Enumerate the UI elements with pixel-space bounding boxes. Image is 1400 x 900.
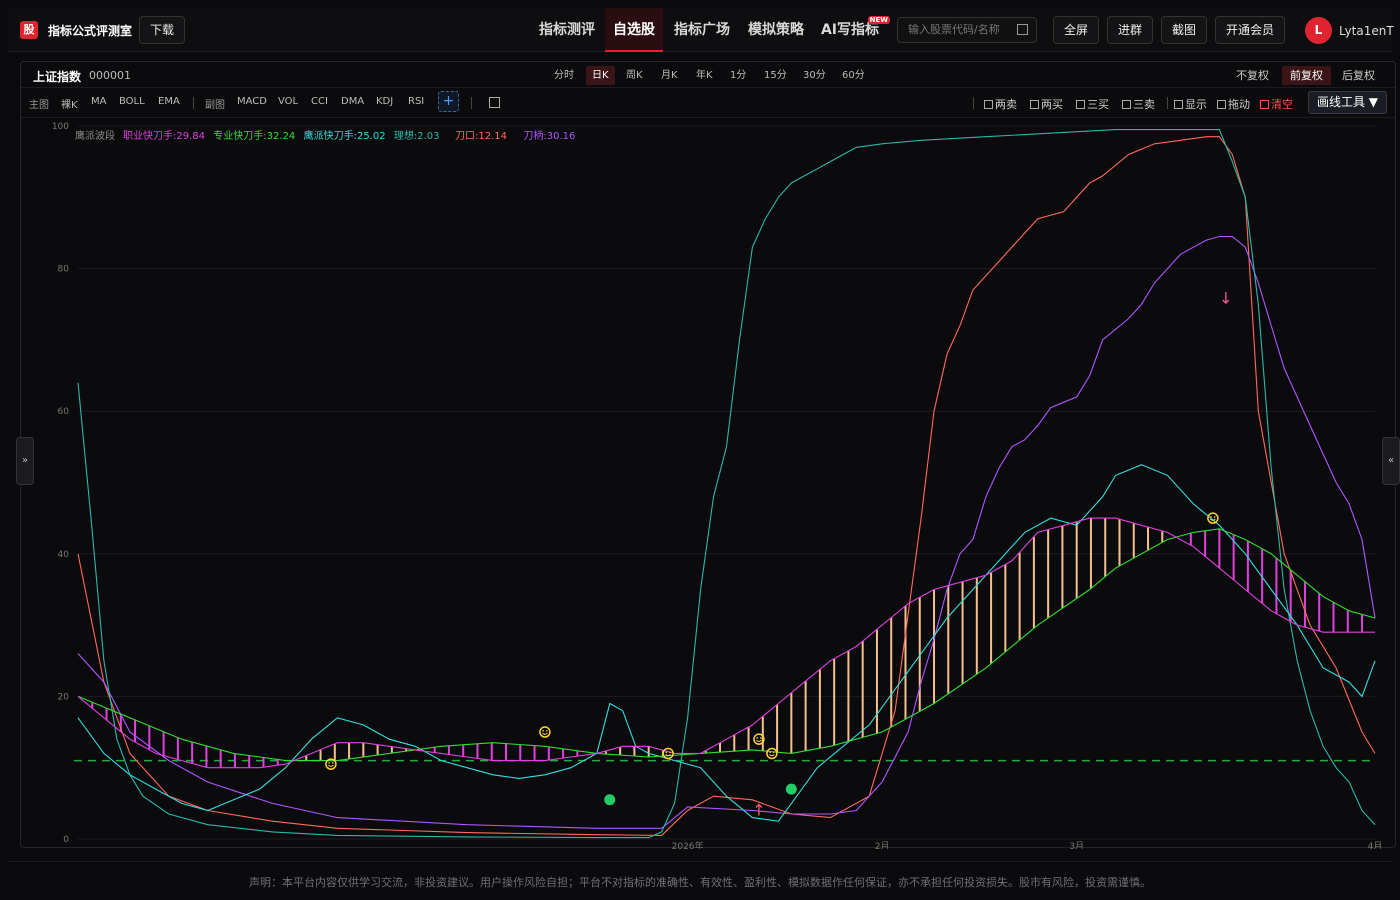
smiley-mouth	[665, 754, 671, 757]
nav-watchlist[interactable]: 自选股	[605, 8, 663, 52]
app-title: 指标公式评测室	[48, 24, 133, 38]
avatar[interactable]: L	[1305, 17, 1332, 44]
screenshot-button[interactable]: 截图	[1161, 16, 1207, 44]
x-tick-label: 2月	[875, 841, 890, 849]
smiley-icon	[539, 726, 551, 738]
disclaimer-text: 声明：本平台内容仅供学习交流，非投资建议。用户操作风险自担；平台不对指标的准确性…	[249, 876, 1151, 889]
expand-right-icon[interactable]: «	[1382, 437, 1400, 485]
search-placeholder: 输入股票代码/名称	[908, 23, 1000, 36]
smiley-eye	[545, 730, 548, 732]
buy-signal-dot	[785, 783, 797, 795]
search-icon[interactable]	[1017, 24, 1028, 35]
join-group-button[interactable]: 进群	[1107, 16, 1153, 44]
arrow-down-icon	[1222, 292, 1230, 305]
smiley-eye	[769, 751, 771, 754]
footer-divider	[8, 861, 1392, 862]
nav-indicator-review[interactable]: 指标测评	[535, 8, 599, 52]
series-line	[77, 464, 1376, 822]
indicator-chart[interactable]: 0 20 40 60 80 100 2026年 2月 3月 4月 鹰派波段 职业快刀手:29.84 专业…	[21, 62, 1397, 849]
logo-icon: 股	[20, 21, 38, 39]
smiley-eye	[542, 730, 544, 732]
smiley-mouth	[769, 754, 775, 757]
smiley-eye	[759, 737, 762, 739]
smiley-mouth	[328, 764, 334, 767]
smiley-eye	[665, 751, 668, 754]
x-tick-label: 4月	[1368, 841, 1383, 849]
smiley-icon	[662, 747, 674, 760]
nav-simulated-strategy[interactable]: 模拟策略	[744, 8, 808, 52]
smiley-icon	[1207, 512, 1219, 524]
legend-item: 鹰派快刀手:25.02	[304, 129, 386, 142]
search-input[interactable]: 输入股票代码/名称	[897, 17, 1037, 43]
buy-signal-dot	[604, 794, 616, 806]
smiley-eye	[669, 751, 671, 754]
new-badge: NEW	[867, 16, 890, 24]
y-tick-label: 80	[58, 265, 70, 275]
smiley-eye	[1210, 516, 1212, 518]
y-tick-label: 20	[58, 692, 70, 702]
x-tick-label: 3月	[1069, 841, 1084, 849]
series-line	[77, 517, 1375, 769]
arrow-up-icon	[755, 803, 763, 816]
top-bar: 股 指标公式评测室 下载 指标测评 自选股 指标广场 模拟策略 AI写指标 NE…	[8, 8, 1394, 52]
smiley-mouth	[542, 732, 548, 735]
legend-item: 刀柄:30.16	[523, 129, 575, 142]
legend-item: 理想:2.03	[394, 129, 440, 142]
legend-item: 专业快刀手:32.24	[213, 129, 295, 142]
download-button[interactable]: 下载	[139, 16, 185, 44]
nav-indicator-square[interactable]: 指标广场	[670, 8, 734, 52]
series-line	[77, 136, 1376, 836]
chart-panel: 上证指数 000001 分时 日K 周K 月K 年K 1分 15分 30分 60…	[20, 61, 1397, 849]
nav-ai-indicator[interactable]: AI写指标 NEW	[818, 8, 890, 52]
smiley-eye	[331, 762, 334, 764]
series-line	[77, 129, 1376, 839]
legend-item: 刀口:12.14	[455, 131, 507, 142]
expand-left-icon[interactable]: »	[16, 437, 34, 485]
smiley-icon	[766, 747, 778, 760]
membership-button[interactable]: 开通会员	[1215, 16, 1285, 44]
series-line	[77, 528, 1376, 762]
legend-item: 职业快刀手:29.84	[123, 129, 205, 142]
smiley-eye	[756, 737, 758, 739]
smiley-eye	[772, 751, 775, 754]
nav-ai-indicator-label: AI写指标	[820, 22, 880, 38]
y-tick-label: 60	[58, 407, 70, 417]
smiley-eye	[328, 762, 330, 764]
username[interactable]: Lyta1enT	[1339, 24, 1394, 38]
smiley-mouth	[756, 739, 762, 742]
y-tick-label: 0	[63, 835, 69, 845]
smiley-eye	[1213, 516, 1216, 518]
fullscreen-button[interactable]: 全屏	[1053, 16, 1099, 44]
x-tick-label: 2026年	[672, 840, 704, 849]
legend-name: 鹰派波段	[75, 129, 115, 142]
y-tick-label: 100	[52, 122, 69, 132]
y-tick-label: 40	[58, 550, 70, 560]
